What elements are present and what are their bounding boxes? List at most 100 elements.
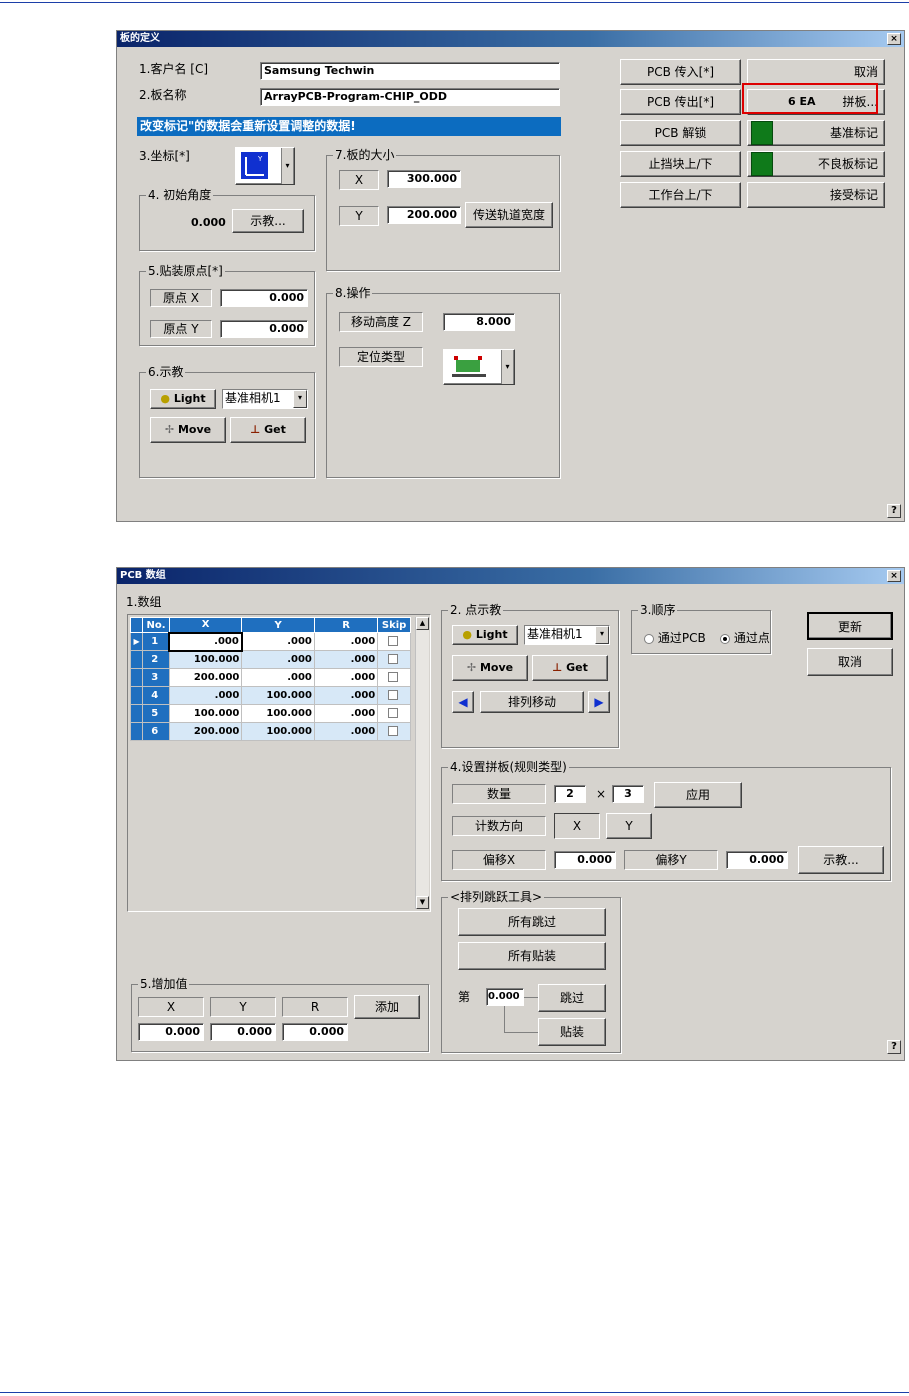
- skip-cell[interactable]: [377, 650, 411, 669]
- order-by-pcb[interactable]: 通过PCB: [644, 629, 706, 646]
- close-button[interactable]: ×: [887, 33, 901, 45]
- direction-x-button[interactable]: X: [554, 813, 600, 839]
- pcb-in-button[interactable]: PCB 传入[*]: [620, 59, 741, 85]
- cell-r[interactable]: .000: [313, 704, 379, 723]
- vertical-scrollbar[interactable]: ▲ ▼: [415, 617, 429, 909]
- coord-selector[interactable]: Y ▾: [235, 147, 295, 185]
- table-row[interactable]: 5 100.000 100.000 .000: [129, 704, 411, 723]
- teach-button[interactable]: 示教...: [798, 846, 884, 874]
- pcb-unlock-button[interactable]: PCB 解锁: [620, 120, 741, 146]
- skip-cell[interactable]: [377, 632, 411, 651]
- fiducial-button[interactable]: 基准标记: [747, 120, 885, 146]
- get-button[interactable]: ⊥ Get: [532, 655, 608, 681]
- angle-value: 0.000: [191, 216, 226, 229]
- help-button[interactable]: ?: [887, 1040, 901, 1054]
- skip-cell[interactable]: [377, 686, 411, 705]
- cell-r[interactable]: .000: [313, 722, 379, 741]
- inc-x-field[interactable]: 0.000: [138, 1023, 204, 1041]
- stopper-button[interactable]: 止挡块上/下: [620, 151, 741, 177]
- move-button[interactable]: ✢ Move: [452, 655, 528, 681]
- size-x-field[interactable]: 300.000: [387, 170, 461, 188]
- skip-button[interactable]: 跳过: [538, 984, 606, 1012]
- customer-field[interactable]: Samsung Techwin: [260, 62, 560, 80]
- cell-y[interactable]: 100.000: [241, 686, 315, 705]
- cell-x[interactable]: .000: [168, 686, 243, 705]
- skip-cell[interactable]: [377, 704, 411, 723]
- inc-y-field[interactable]: 0.000: [210, 1023, 276, 1041]
- cell-y[interactable]: 100.000: [241, 704, 315, 723]
- radio-by-pcb[interactable]: [644, 633, 654, 644]
- group-title: 3.顺序: [638, 603, 678, 617]
- table-row[interactable]: 2 100.000 .000 .000: [129, 650, 411, 669]
- direction-y-button[interactable]: Y: [606, 813, 652, 839]
- skip-cell[interactable]: [377, 722, 411, 741]
- cell-r[interactable]: .000: [313, 668, 379, 687]
- cell-y[interactable]: .000: [241, 650, 315, 669]
- qty-b-field[interactable]: 3: [612, 785, 644, 803]
- title-bar: PCB 数组: [117, 568, 904, 584]
- cell-r[interactable]: .000: [313, 632, 379, 651]
- scroll-up-icon[interactable]: ▲: [416, 617, 429, 630]
- radio-by-point[interactable]: [720, 633, 730, 644]
- move-button[interactable]: ✢ Move: [150, 417, 226, 443]
- accept-mark-button[interactable]: 接受标记: [747, 182, 885, 208]
- table-button[interactable]: 工作台上/下: [620, 182, 741, 208]
- update-button[interactable]: 更新: [807, 612, 893, 640]
- teach-button[interactable]: 示教...: [232, 209, 304, 233]
- apply-button[interactable]: 应用: [654, 782, 742, 808]
- cell-x[interactable]: 100.000: [168, 704, 243, 723]
- table-row[interactable]: 3 200.000 .000 .000: [129, 668, 411, 687]
- camera-select[interactable]: 基准相机1 ▾: [524, 625, 610, 645]
- cell-x[interactable]: 200.000: [168, 722, 243, 741]
- add-button[interactable]: 添加: [354, 995, 420, 1019]
- cell-y[interactable]: .000: [241, 668, 315, 687]
- skip-checkbox[interactable]: [388, 726, 399, 736]
- size-y-field[interactable]: 200.000: [387, 206, 461, 224]
- offset-x-field[interactable]: 0.000: [554, 851, 616, 869]
- pcb-out-button[interactable]: PCB 传出[*]: [620, 89, 741, 115]
- cell-x[interactable]: 200.000: [168, 668, 243, 687]
- skip-checkbox[interactable]: [388, 636, 399, 646]
- prev-arrow-button[interactable]: ◀: [452, 691, 474, 713]
- skip-cell[interactable]: [377, 668, 411, 687]
- next-arrow-button[interactable]: ▶: [588, 691, 610, 713]
- camera-select[interactable]: 基准相机1 ▾: [222, 389, 308, 409]
- cell-x[interactable]: .000: [168, 631, 243, 652]
- place-button[interactable]: 贴装: [538, 1018, 606, 1046]
- cell-x[interactable]: 100.000: [168, 650, 243, 669]
- order-by-point[interactable]: 通过点: [720, 629, 770, 646]
- cancel-button[interactable]: 取消: [807, 648, 893, 676]
- close-button[interactable]: ×: [887, 570, 901, 582]
- bad-mark-button[interactable]: 不良板标记: [747, 151, 885, 177]
- scroll-down-icon[interactable]: ▼: [416, 896, 429, 909]
- light-button[interactable]: ● Light: [452, 625, 518, 645]
- locate-type-selector[interactable]: ▾: [443, 349, 515, 385]
- cell-r[interactable]: .000: [313, 686, 379, 705]
- inc-r-field[interactable]: 0.000: [282, 1023, 348, 1041]
- skip-checkbox[interactable]: [388, 672, 399, 682]
- nth-field[interactable]: 0.000: [486, 988, 524, 1006]
- cell-r[interactable]: .000: [313, 650, 379, 669]
- light-button[interactable]: ● Light: [150, 389, 216, 409]
- origin-y-field[interactable]: 0.000: [220, 320, 308, 338]
- table-row[interactable]: 4 .000 100.000 .000: [129, 686, 411, 705]
- skip-checkbox[interactable]: [388, 654, 399, 664]
- qty-a-field[interactable]: 2: [554, 785, 586, 803]
- cancel-button[interactable]: 取消: [747, 59, 885, 85]
- board-name-field[interactable]: ArrayPCB-Program-CHIP_ODD: [260, 88, 560, 106]
- cell-y[interactable]: 100.000: [241, 722, 315, 741]
- skip-checkbox[interactable]: [388, 690, 399, 700]
- place-all-button[interactable]: 所有贴装: [458, 942, 606, 970]
- table-row[interactable]: ▶ 1 .000 .000 .000: [129, 631, 411, 652]
- help-button[interactable]: ?: [887, 504, 901, 518]
- table-row[interactable]: 6 200.000 100.000 .000: [129, 722, 411, 741]
- origin-x-field[interactable]: 0.000: [220, 289, 308, 307]
- offset-y-field[interactable]: 0.000: [726, 851, 788, 869]
- get-button[interactable]: ⊥ Get: [230, 417, 306, 443]
- rail-width-button[interactable]: 传送轨道宽度: [465, 202, 553, 228]
- cell-y[interactable]: .000: [241, 632, 315, 651]
- array-move-button[interactable]: 排列移动: [480, 691, 584, 713]
- move-z-field[interactable]: 8.000: [443, 313, 515, 331]
- skip-all-button[interactable]: 所有跳过: [458, 908, 606, 936]
- skip-checkbox[interactable]: [388, 708, 399, 718]
